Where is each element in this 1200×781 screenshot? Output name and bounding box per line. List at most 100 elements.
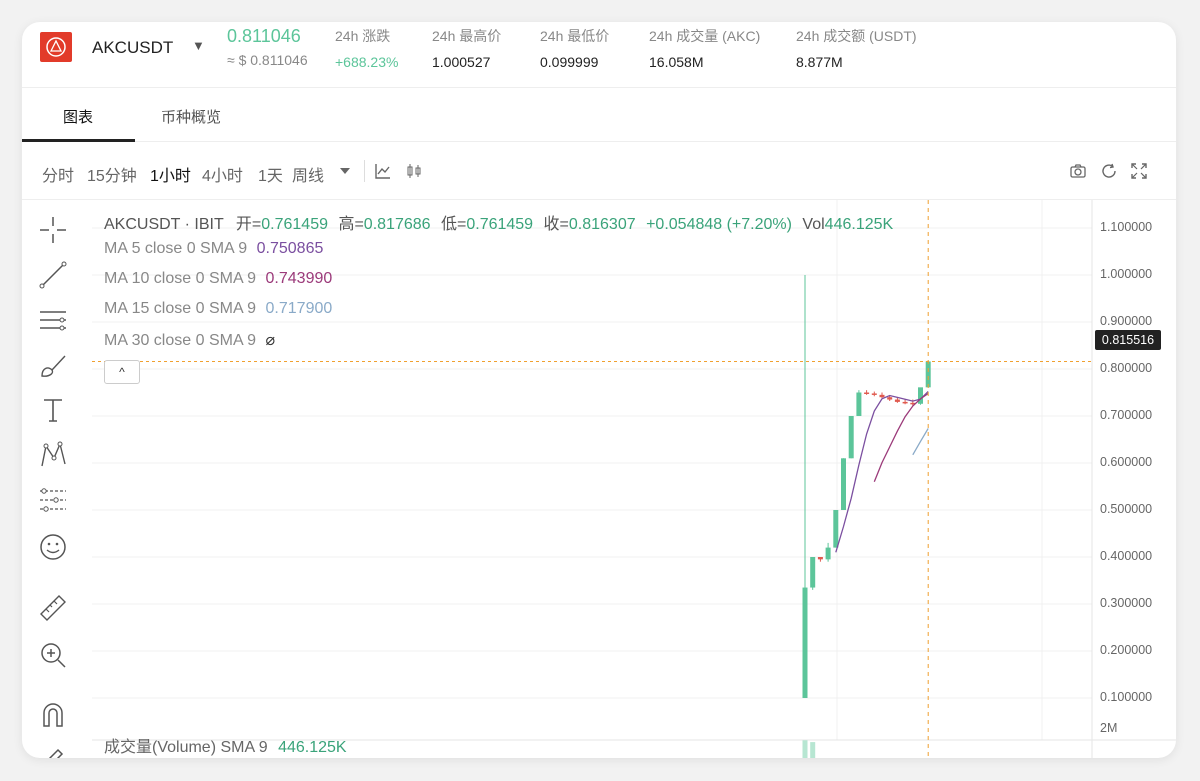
stat-turnover: 24h 成交额 (USDT) 8.877M	[796, 26, 917, 70]
volume-bar	[810, 742, 816, 758]
volume-legend[interactable]: 成交量(Volume) SMA 9 446.125K	[104, 733, 347, 757]
view-tabs: 图表 币种概览	[22, 88, 1176, 142]
brush-icon[interactable]	[38, 350, 68, 380]
ma5-legend[interactable]: MA 5 close 0 SMA 9 0.750865	[104, 240, 323, 258]
stat-value: 16.058M	[649, 54, 704, 70]
ma-label: MA 10 close 0 SMA 9	[104, 270, 257, 287]
legend-close-label: 收=	[543, 216, 569, 233]
timeframe-4h[interactable]: 4小时	[202, 162, 243, 186]
timeframe-1h[interactable]: 1小时	[150, 162, 191, 186]
legend-close: 0.816307	[568, 216, 636, 233]
tab-chart[interactable]: 图表	[63, 106, 93, 127]
chart-toolbar: 分时 15分钟 1小时 4小时 1天 周线	[22, 142, 1176, 200]
pattern-icon[interactable]	[38, 440, 68, 470]
zoom-in-icon[interactable]	[38, 640, 68, 670]
ma-value: 0.717900	[265, 300, 333, 317]
volume-bar	[802, 740, 808, 758]
candle-body	[810, 557, 816, 588]
ticker-header: AKCUSDT ▼ 0.811046 ≈ $ 0.811046 24h 涨跌 +…	[22, 22, 1176, 88]
collapse-legend-button[interactable]: ^	[104, 360, 140, 384]
legend-low: 0.761459	[466, 216, 534, 233]
toolbar-divider	[364, 160, 365, 182]
trend-line-icon[interactable]	[38, 260, 68, 290]
stat-high: 24h 最高价 1.000527	[432, 26, 501, 70]
y-tick-label: 0.200000	[1100, 643, 1153, 657]
legend-high-label: 高=	[338, 216, 364, 233]
volume-label: 成交量(Volume) SMA 9	[104, 739, 268, 756]
ma15-legend[interactable]: MA 15 close 0 SMA 9 0.717900	[104, 300, 332, 318]
line-chart-icon[interactable]	[374, 162, 392, 180]
stat-value: 8.877M	[796, 54, 843, 70]
chevron-down-icon[interactable]: ▼	[192, 38, 205, 53]
stat-label: 24h 成交额 (USDT)	[796, 28, 917, 44]
magnet-icon[interactable]	[38, 700, 68, 730]
candle-body	[879, 394, 885, 398]
fullscreen-icon[interactable]	[1130, 162, 1148, 180]
candle-body	[871, 393, 877, 395]
timeframe-15m[interactable]: 15分钟	[87, 162, 137, 186]
y-tick-label: 0.500000	[1100, 502, 1153, 516]
crosshair-icon[interactable]	[38, 215, 68, 245]
y-tick-label: 0.400000	[1100, 549, 1153, 563]
legend-low-label: 低=	[440, 216, 467, 233]
candle-body	[864, 392, 870, 394]
y-tick-label: 0.800000	[1100, 361, 1153, 375]
y-tick-label: 0.700000	[1100, 408, 1153, 422]
ma10-legend[interactable]: MA 10 close 0 SMA 9 0.743990	[104, 270, 332, 288]
ruler-icon[interactable]	[38, 593, 68, 623]
candles-icon[interactable]	[405, 162, 423, 180]
pencil-icon[interactable]	[38, 740, 68, 758]
last-price: 0.811046	[227, 26, 301, 46]
stat-change: 24h 涨跌 +688.23%	[335, 26, 398, 70]
stat-value: 1.000527	[432, 54, 491, 70]
candle-body	[925, 361, 931, 388]
candle-body	[833, 510, 839, 548]
candle-body	[817, 557, 823, 560]
candle-body	[902, 401, 908, 404]
timeframe-1d[interactable]: 1天	[258, 162, 283, 186]
y-tick-label: 0.100000	[1100, 690, 1153, 704]
y-tick-label: 1.000000	[1100, 267, 1153, 281]
timeframe-week[interactable]: 周线	[292, 162, 324, 186]
ma-label: MA 5 close 0 SMA 9	[104, 240, 248, 257]
ma-value: 0.743990	[265, 270, 333, 287]
stat-label: 24h 涨跌	[335, 28, 391, 44]
ma-label: MA 30 close 0 SMA 9	[104, 332, 257, 349]
volume-tick-label: 2M	[1100, 721, 1118, 735]
legend-open-label: 开=	[235, 216, 262, 233]
refresh-icon[interactable]	[1100, 162, 1118, 180]
timeframe-time[interactable]: 分时	[42, 162, 74, 186]
y-tick-label: 0.900000	[1100, 314, 1153, 328]
drawing-tools	[22, 200, 86, 758]
ma30-legend[interactable]: MA 30 close 0 SMA 9 ⌀	[104, 330, 275, 350]
text-icon[interactable]	[38, 395, 68, 425]
y-tick-label: 1.100000	[1100, 220, 1153, 234]
stat-label: 24h 最高价	[432, 28, 502, 44]
legend-vol: 446.125K	[824, 216, 894, 233]
volume-value: 446.125K	[278, 739, 347, 756]
ma-label: MA 15 close 0 SMA 9	[104, 300, 257, 317]
fib-lines-icon[interactable]	[38, 305, 68, 335]
y-tick-label: 0.600000	[1100, 455, 1153, 469]
chevron-down-icon[interactable]	[338, 164, 356, 182]
legend-symbol: AKCUSDT · IBIT	[104, 216, 224, 233]
symbol-name[interactable]: AKCUSDT	[92, 38, 173, 58]
forecast-icon[interactable]	[38, 485, 68, 515]
candle-body	[802, 587, 808, 698]
ma-value: ⌀	[265, 332, 276, 349]
legend-open: 0.761459	[261, 216, 328, 233]
stat-label: 24h 成交量 (AKC)	[649, 28, 761, 44]
price-chart[interactable]: AKCUSDT · IBIT 开=0.761459 高=0.817686 低=0…	[92, 200, 1176, 758]
camera-icon[interactable]	[1069, 162, 1087, 180]
stat-volume: 24h 成交量 (AKC) 16.058M	[649, 26, 760, 70]
candle-body	[887, 397, 893, 400]
tab-coin-overview[interactable]: 币种概览	[161, 106, 221, 127]
y-tick-label: 0.300000	[1100, 596, 1153, 610]
ma-line	[912, 428, 929, 456]
stat-value: +688.23%	[335, 54, 399, 70]
ohlc-legend: AKCUSDT · IBIT 开=0.761459 高=0.817686 低=0…	[104, 210, 893, 234]
stat-value: 0.099999	[540, 54, 599, 70]
last-price-usd: ≈ $ 0.811046	[227, 52, 308, 68]
candle-body	[825, 547, 831, 560]
emoji-icon[interactable]	[38, 532, 68, 562]
